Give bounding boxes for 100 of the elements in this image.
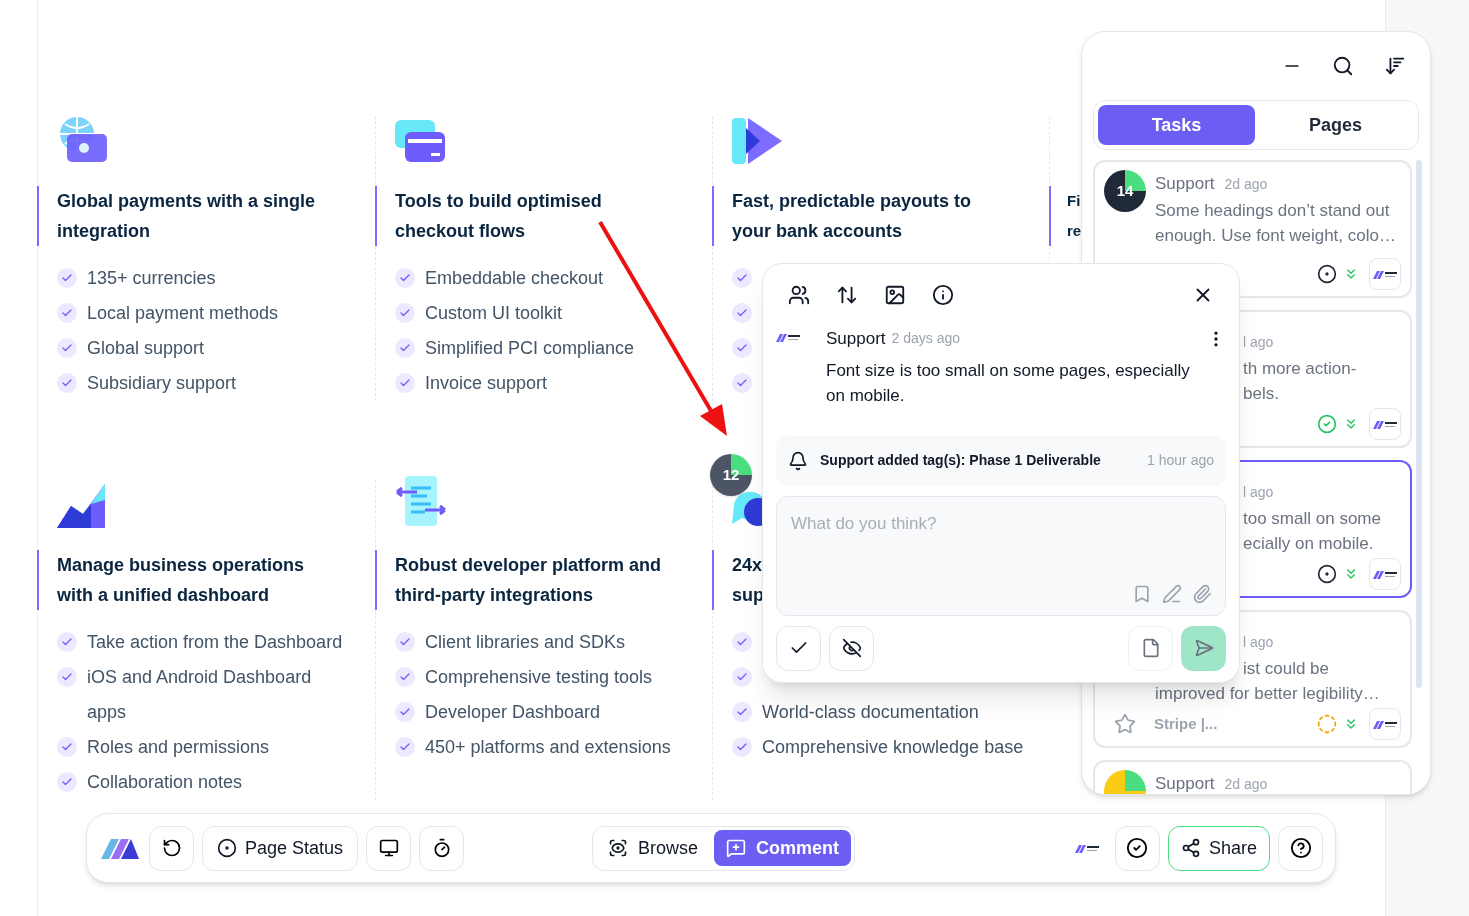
target-icon [217,838,237,858]
card-author: Support [1155,773,1215,794]
feature-item: Comprehensive knowledge base [762,736,1024,759]
feature-item: Invoice support [425,372,549,395]
panel-tab[interactable]: Pages [1257,105,1414,145]
reply-field[interactable]: What do you think? [776,495,1226,616]
users-icon[interactable] [788,284,810,306]
card-text: th more action- [1243,358,1357,380]
assignee-logo[interactable] [1369,258,1401,290]
card-text: too small on some [1243,508,1381,530]
share-icon [1180,838,1201,858]
check-icon [395,373,415,393]
assignee-logo[interactable] [1369,408,1401,440]
feature-item: Collaboration notes [87,771,244,794]
check-icon [732,268,752,288]
help-button[interactable] [1278,825,1323,871]
share-button[interactable]: Share [1167,825,1270,871]
company-logo-icon [1373,419,1397,429]
feature-item: World-class documentation [762,701,980,724]
feature-item: Take action from the Dashboard [87,631,344,654]
feature-item: iOS and Android Dashboard apps [87,666,313,724]
assignee-logo[interactable] [1369,708,1401,740]
page-status-button[interactable]: Page Status [202,825,359,871]
check-icon [57,373,77,393]
feature-item: Custom UI toolkit [425,302,564,325]
info-icon[interactable] [932,284,954,306]
comment-marker[interactable]: 12 [710,454,752,496]
undo-icon [161,838,182,858]
company-logo-icon [1373,569,1397,579]
comment-plus-icon [726,838,747,858]
check-icon [57,772,77,792]
check-icon [395,338,415,358]
eye-off-icon [841,638,862,658]
feature-heading: Global payments with a single integration [57,190,316,243]
feature-item: Simplified PCI compliance [425,337,636,360]
company-logo-icon [1373,719,1397,729]
feature-item: Client libraries and SDKs [425,631,627,654]
check-icon [732,737,752,757]
globe-card-icon [57,116,109,164]
mode-tab[interactable]: Browse [596,830,711,866]
feature-heading: Robust developer platform and third-party integrations [395,554,662,607]
help-icon [1289,837,1312,859]
feature-heading: Manage business operations with a unified dashboard [57,554,305,607]
card-author: Support [1155,173,1215,196]
check-icon [395,737,415,757]
document-arrows-icon [395,476,447,528]
credit-cards-icon [395,120,447,164]
feature-item: Local payment methods [87,302,280,325]
check-button[interactable] [1114,825,1160,871]
sort-arrows-icon[interactable] [836,284,858,306]
company-logo-icon [776,332,800,342]
task-card[interactable]: Support 2d ago [1093,760,1412,794]
image-icon[interactable] [884,284,906,306]
timer-button[interactable] [419,825,465,871]
star-icon[interactable] [1114,713,1136,735]
feature-heading: Tools to build optimised checkout flows [395,190,602,243]
company-logo-icon [1373,269,1397,279]
monitor-icon [378,838,399,858]
check-icon [57,632,77,652]
check-icon [57,667,77,687]
feature-item: Subsidiary support [87,372,238,395]
play-arrows-icon [732,118,784,164]
card-text: Some headings don’t stand out [1155,200,1390,222]
hide-button[interactable] [829,625,874,671]
check-icon [732,702,752,722]
check-icon [732,667,752,687]
status-check-icon[interactable] [1317,414,1337,434]
check-icon [57,268,77,288]
check-icon [395,268,415,288]
feature-heading: Fast, predictable payouts to your bank accounts [732,190,972,243]
paperclip-icon[interactable] [1192,583,1212,604]
check-icon [395,702,415,722]
card-time: 2d ago [1224,774,1268,794]
check-icon [732,632,752,652]
monitor-button[interactable] [366,825,412,871]
feature-item: Roles and permissions [87,736,271,759]
card-text: ist could be [1243,658,1329,680]
check-icon [57,303,77,323]
check-icon [732,373,752,393]
card-text: improved for better legibility… [1155,683,1380,705]
check-icon [395,667,415,687]
file-button[interactable] [1128,625,1173,671]
panel-tab[interactable]: Tasks [1098,105,1255,145]
check-icon [732,338,752,358]
undo-button[interactable] [149,825,194,871]
scrollbar[interactable] [1416,160,1422,688]
feature-item: Global support [87,337,206,360]
status-dot-icon[interactable] [1317,264,1337,284]
sort-icon[interactable] [1384,55,1406,77]
company-logo-icon [1074,843,1099,853]
send-icon [1193,638,1214,658]
check-icon [57,737,77,757]
status-dot-icon[interactable] [1317,564,1337,584]
assignee-logo[interactable] [1369,558,1401,590]
comment-author: Support [826,328,886,350]
search-icon[interactable] [1332,55,1354,77]
check-icon [57,338,77,358]
feature-item: 135+ currencies [87,267,217,290]
mode-tab[interactable]: Comment [714,830,852,866]
feature-heading: Fi re [1067,191,1082,241]
